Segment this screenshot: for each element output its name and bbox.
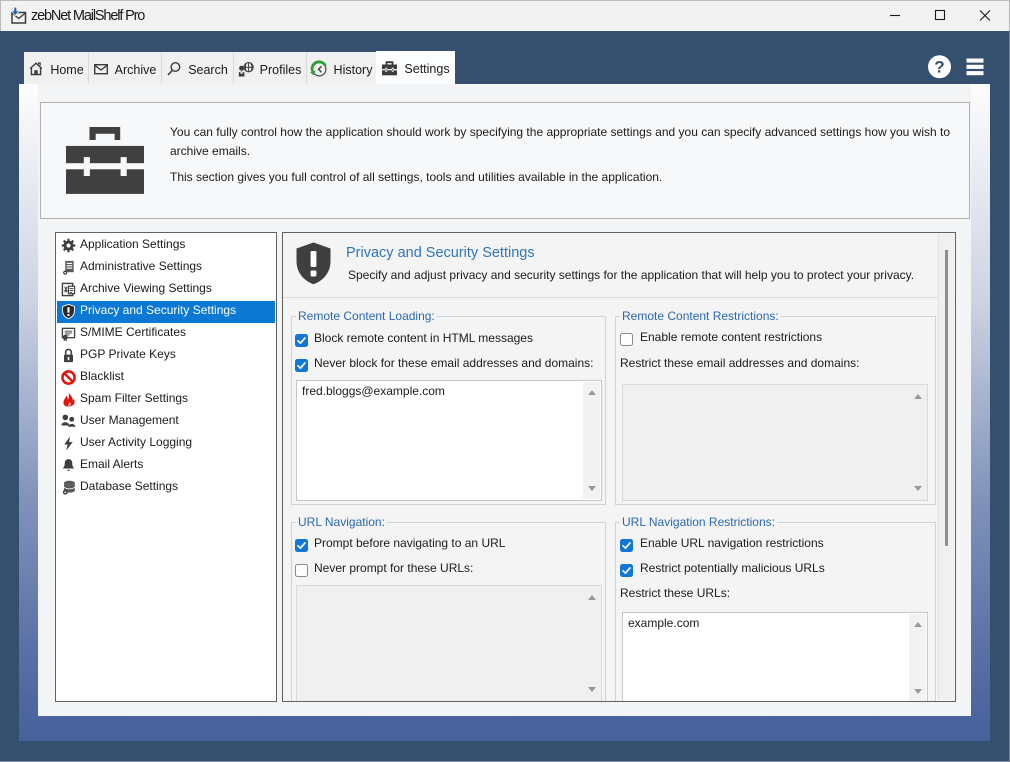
svg-text:?: ?	[934, 58, 944, 77]
